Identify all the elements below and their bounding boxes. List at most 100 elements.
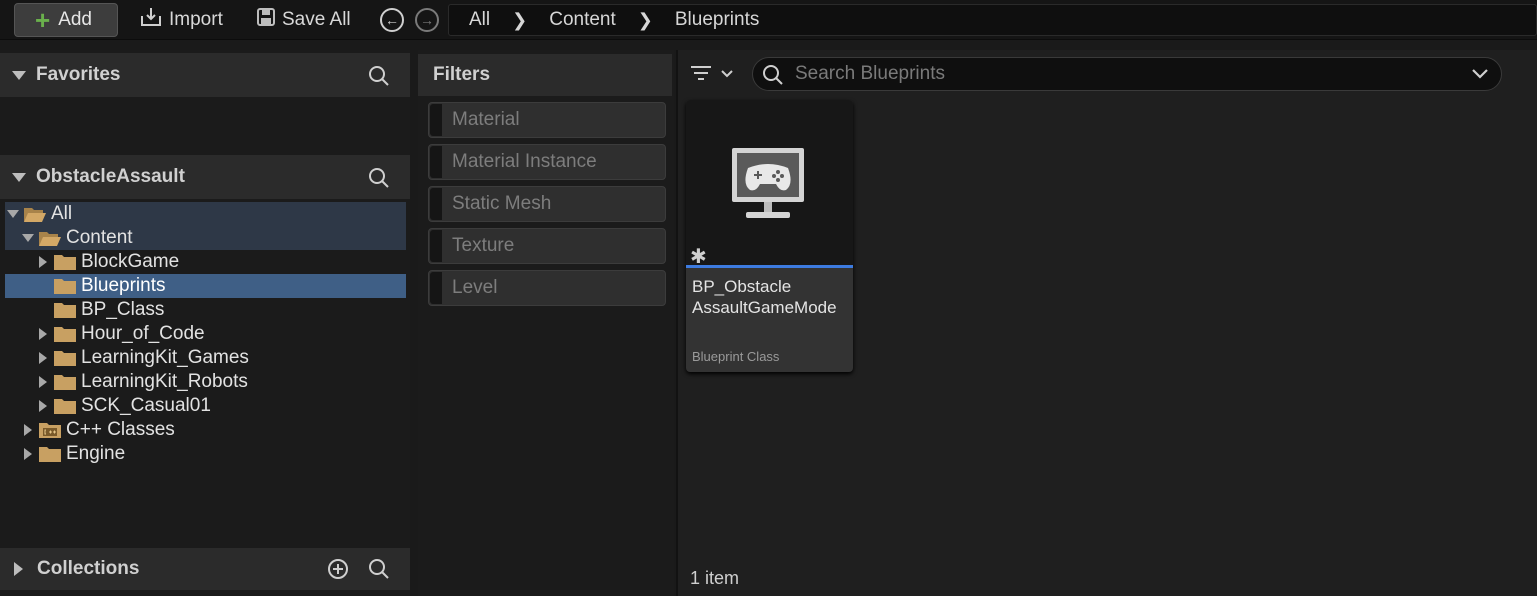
save-icon bbox=[256, 7, 276, 33]
folder-open-icon bbox=[39, 232, 61, 246]
asset-name-line1: BP_Obstacle bbox=[692, 277, 792, 296]
expand-arrow-icon[interactable] bbox=[5, 210, 21, 218]
asset-name-line2: AssaultGameMode bbox=[692, 298, 837, 317]
breadcrumb-blueprints[interactable]: Blueprints bbox=[671, 9, 764, 31]
import-icon bbox=[139, 6, 163, 34]
expand-arrow-icon[interactable] bbox=[20, 424, 36, 436]
import-label: Import bbox=[169, 9, 223, 30]
expand-arrow-icon[interactable] bbox=[35, 256, 51, 268]
project-header[interactable]: ObstacleAssault bbox=[0, 155, 410, 199]
filter-label: Material Instance bbox=[452, 151, 597, 172]
filter-label: Level bbox=[452, 277, 498, 298]
folder-icon bbox=[54, 279, 76, 294]
forward-arrow-icon[interactable]: → bbox=[415, 8, 439, 32]
filters-title: Filters bbox=[418, 54, 672, 96]
tree-item-label: Hour_of_Code bbox=[81, 323, 205, 344]
tree-item-bp-class[interactable]: BP_Class bbox=[5, 298, 406, 322]
expand-arrow-icon[interactable] bbox=[20, 448, 36, 460]
chevron-down-icon[interactable] bbox=[1471, 66, 1489, 88]
tree-item-sck-casual[interactable]: SCK_Casual01 bbox=[5, 394, 406, 418]
folder-icon bbox=[54, 303, 76, 318]
gamepad-monitor-icon bbox=[732, 148, 804, 218]
folder-icon bbox=[39, 447, 61, 462]
filter-material[interactable]: Material bbox=[428, 102, 666, 138]
search-icon[interactable] bbox=[367, 166, 391, 196]
tree-item-content[interactable]: Content bbox=[5, 226, 406, 250]
add-circle-icon[interactable] bbox=[326, 557, 350, 587]
search-placeholder: Search Blueprints bbox=[795, 63, 945, 84]
tree-item-label: BP_Class bbox=[81, 299, 165, 320]
search-icon bbox=[761, 63, 785, 93]
tree-item-label: Content bbox=[66, 227, 133, 248]
filter-lines-icon[interactable] bbox=[690, 64, 736, 89]
tree-item-hour-of-code[interactable]: Hour_of_Code bbox=[5, 322, 406, 346]
expand-arrow-icon[interactable] bbox=[35, 376, 51, 388]
asset-tile[interactable]: ✱ BP_Obstacle AssaultGameMode Blueprint … bbox=[686, 100, 853, 372]
tree-item-blueprints[interactable]: Blueprints bbox=[5, 274, 406, 298]
tree-item-label: Engine bbox=[66, 443, 126, 464]
collections-title: Collections bbox=[37, 558, 140, 579]
folder-icon bbox=[54, 351, 76, 366]
folder-icon bbox=[54, 255, 76, 270]
asset-thumbnail: ✱ bbox=[686, 100, 853, 268]
tree-item-label: BlockGame bbox=[81, 251, 180, 272]
collapse-arrow-icon[interactable] bbox=[12, 70, 26, 80]
asset-name: BP_Obstacle AssaultGameMode bbox=[692, 276, 852, 318]
breadcrumb: All ❯ Content ❯ Blueprints bbox=[448, 4, 1537, 36]
tree-item-learningkit-robots[interactable]: LearningKit_Robots bbox=[5, 370, 406, 394]
cpp-folder-icon bbox=[39, 423, 61, 438]
asset-type-color-bar bbox=[686, 265, 853, 268]
collapse-arrow-icon[interactable] bbox=[12, 172, 26, 182]
tree-item-label: All bbox=[51, 203, 73, 224]
tree-item-label: LearningKit_Robots bbox=[81, 371, 248, 392]
filter-label: Material bbox=[452, 109, 520, 130]
expand-arrow-icon[interactable] bbox=[20, 234, 36, 242]
tree-item-blockgame[interactable]: BlockGame bbox=[5, 250, 406, 274]
chevron-right-icon[interactable]: ❯ bbox=[620, 10, 671, 31]
favorites-title: Favorites bbox=[36, 64, 121, 85]
expand-arrow-icon[interactable] bbox=[35, 400, 51, 412]
item-count: 1 item bbox=[690, 568, 740, 588]
add-label: Add bbox=[58, 9, 92, 30]
expand-arrow-icon[interactable] bbox=[35, 352, 51, 364]
expand-arrow-icon[interactable] bbox=[14, 562, 23, 576]
tree-item-label: C++ Classes bbox=[66, 419, 175, 440]
plus-icon: + bbox=[35, 5, 51, 35]
search-icon[interactable] bbox=[367, 64, 391, 94]
tree-item-label: Blueprints bbox=[81, 275, 166, 296]
filter-level[interactable]: Level bbox=[428, 270, 666, 306]
import-button[interactable]: Import bbox=[139, 5, 223, 35]
expand-arrow-icon[interactable] bbox=[35, 328, 51, 340]
filter-static-mesh[interactable]: Static Mesh bbox=[428, 186, 666, 222]
chevron-right-icon[interactable]: ❯ bbox=[494, 10, 545, 31]
filters-panel: Filters Material Material Instance Stati… bbox=[418, 50, 674, 596]
project-title: ObstacleAssault bbox=[36, 166, 185, 187]
favorites-header[interactable]: Favorites bbox=[0, 53, 410, 97]
back-arrow-icon[interactable]: ← bbox=[380, 8, 404, 32]
tree-item-engine[interactable]: Engine bbox=[5, 442, 406, 466]
tree-item-all[interactable]: All bbox=[5, 202, 406, 226]
asset-type: Blueprint Class bbox=[692, 349, 780, 364]
add-button[interactable]: + Add bbox=[14, 3, 118, 37]
folder-icon bbox=[54, 399, 76, 414]
sources-panel: Favorites ObstacleAssault All Content Bl… bbox=[0, 50, 410, 596]
folder-icon bbox=[54, 375, 76, 390]
save-all-button[interactable]: Save All bbox=[256, 5, 351, 35]
breadcrumb-content[interactable]: Content bbox=[545, 9, 620, 31]
folder-open-icon bbox=[24, 208, 46, 222]
search-icon[interactable] bbox=[367, 557, 391, 587]
collections-header[interactable]: Collections bbox=[0, 548, 410, 590]
filter-texture[interactable]: Texture bbox=[428, 228, 666, 264]
tree-item-label: SCK_Casual01 bbox=[81, 395, 211, 416]
toolbar: + Add Import Save All ← → All ❯ Content … bbox=[0, 0, 1537, 40]
tree-item-learningkit-games[interactable]: LearningKit_Games bbox=[5, 346, 406, 370]
tree-item-cpp-classes[interactable]: C++ Classes bbox=[5, 418, 406, 442]
filter-label: Static Mesh bbox=[452, 193, 552, 214]
breadcrumb-all[interactable]: All bbox=[465, 9, 494, 31]
content-panel: Search Blueprints ✱ BP_Obstacle AssaultG… bbox=[676, 50, 1537, 596]
filter-material-instance[interactable]: Material Instance bbox=[428, 144, 666, 180]
folder-icon bbox=[54, 327, 76, 342]
search-input[interactable]: Search Blueprints bbox=[752, 57, 1502, 91]
save-all-label: Save All bbox=[282, 9, 351, 30]
tree-item-label: LearningKit_Games bbox=[81, 347, 249, 368]
